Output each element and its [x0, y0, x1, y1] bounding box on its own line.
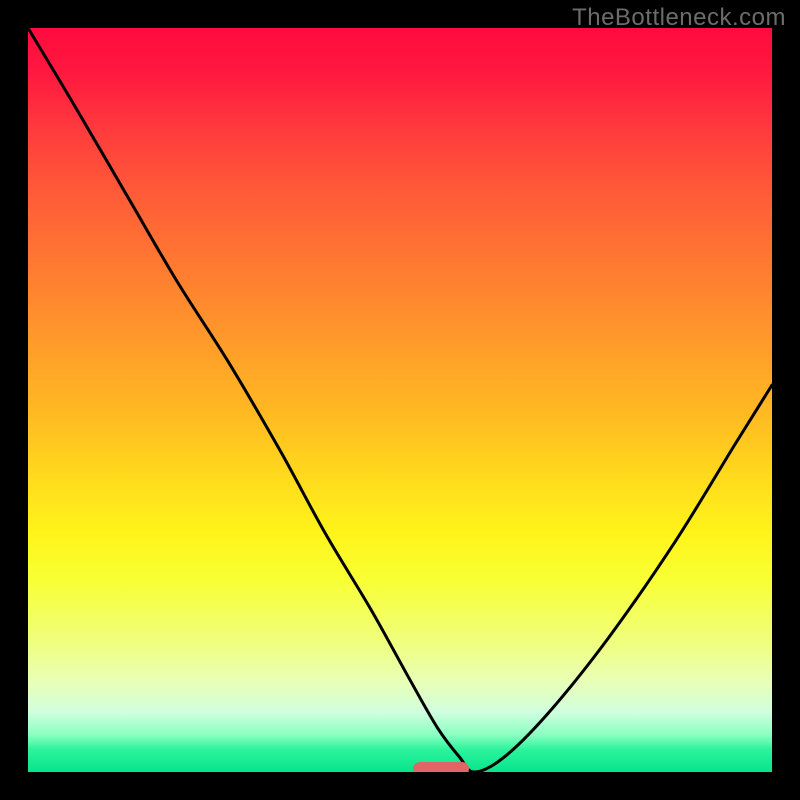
curve-path — [28, 28, 772, 772]
chart-frame: TheBottleneck.com — [0, 0, 800, 800]
bottleneck-curve — [28, 28, 772, 772]
optimal-point-marker — [413, 762, 469, 772]
watermark-text: TheBottleneck.com — [572, 4, 786, 32]
plot-area — [28, 28, 772, 772]
